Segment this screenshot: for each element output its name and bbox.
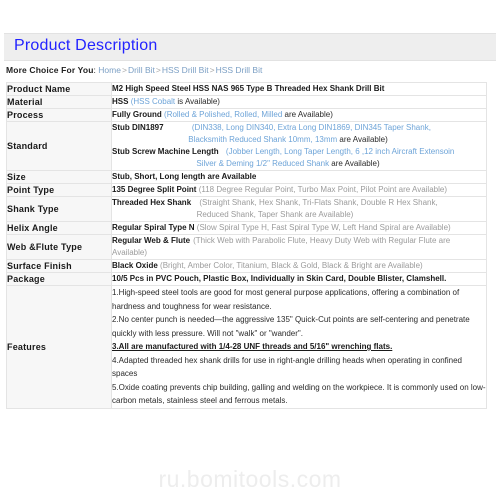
value-options: HSS Cobalt (133, 97, 176, 106)
value-text: 135 Degree Split Point (112, 185, 197, 194)
standard-sub-options-2-line2: Silver & Deming 1/2" Reduced Shank (196, 159, 330, 168)
row-value-size: Stub, Short, Long length are Available (111, 170, 487, 184)
product-description-page: Product Description More Choice For You:… (0, 0, 500, 500)
value-options-line1: (Straight Shank, Hex Shank, Tri-Flats Sh… (199, 198, 438, 207)
row-value-product-name: M2 High Speed Steel HSS NAS 965 Type B T… (111, 82, 487, 96)
row-label-shank-type: Shank Type (6, 196, 112, 222)
breadcrumb: More Choice For You: Home>Drill Bit>HSS … (6, 64, 262, 76)
standard-sub-options-2-line1: (Jobber Length, Long Taper Length, 6 ,12… (225, 147, 455, 156)
value-text: HSS (112, 97, 129, 106)
row-value-material: HSS (HSS Cobalt is Available) (111, 95, 487, 109)
table-row: Features 1.High-speed steel tools are go… (6, 285, 487, 409)
feature-item-5: 5.Oxide coating prevents chip building, … (112, 382, 486, 406)
row-label-helix-angle: Helix Angle (6, 221, 112, 235)
value-text: Black Oxide (112, 261, 158, 270)
site-watermark: ru.bomitools.com (158, 466, 342, 492)
value-options: Rolled & Polished, Rolled, Milled (166, 110, 283, 119)
value-text: M2 High Speed Steel HSS NAS 965 Type B T… (112, 84, 385, 93)
row-label-web-flute-type: Web &Flute Type (6, 234, 112, 260)
breadcrumb-link-home[interactable]: Home (98, 65, 121, 75)
standard-sub-line: Blacksmith Reduced Shank 10mm, 13mm are … (112, 134, 486, 146)
table-row: Process Fully Ground (Rolled & Polished,… (6, 108, 487, 122)
breadcrumb-label: More Choice For You (6, 65, 94, 75)
table-row: Size Stub, Short, Long length are Availa… (6, 170, 487, 184)
value-options: (Bright, Amber Color, Titanium, Black & … (160, 261, 423, 270)
standard-sub-options-1-line2: Blacksmith Reduced Shank 10mm, 13mm (188, 135, 338, 144)
breadcrumb-link-drill-bit[interactable]: Drill Bit (128, 65, 155, 75)
row-value-process: Fully Ground (Rolled & Polished, Rolled,… (111, 108, 487, 122)
table-row: Material HSS (HSS Cobalt is Available) (6, 95, 487, 109)
breadcrumb-separator: > (121, 65, 127, 75)
row-label-features: Features (6, 285, 112, 409)
breadcrumb-separator: > (209, 65, 215, 75)
standard-sub-tail-2: are Available) (331, 159, 380, 168)
row-label-size: Size (6, 170, 112, 184)
feature-item-3: 3.All are manufactured with 1/4-28 UNF t… (112, 342, 393, 351)
breadcrumb-link-hss-drill-bit-2[interactable]: HSS Drill Bit (216, 65, 263, 75)
row-value-package: 10/5 Pcs in PVC Pouch, Plastic Box, Indi… (111, 272, 487, 286)
table-row: Standard Stub DIN1897 (DIN338, Long DIN3… (6, 121, 487, 171)
row-label-material: Material (6, 95, 112, 109)
standard-sub-tail-1: are Available) (339, 135, 388, 144)
row-label-point-type: Point Type (6, 183, 112, 197)
standard-sub-line: Silver & Deming 1/2" Reduced Shank are A… (112, 158, 486, 170)
row-value-web-flute-type: Regular Web & Flute (Thick Web with Parab… (111, 234, 487, 260)
table-row: Product Name M2 High Speed Steel HSS NAS… (6, 82, 487, 96)
breadcrumb-colon: : (93, 65, 96, 75)
feature-item-2: 2.No center punch is needed—the aggressi… (112, 315, 470, 338)
feature-item-1: 1.High-speed steel tools are good for mo… (112, 288, 460, 311)
row-value-helix-angle: Regular Spiral Type N (Slow Spiral Type … (111, 221, 487, 235)
standard-sub-options-1-line1: (DIN338, Long DIN340, Extra Long DIN1869… (191, 123, 431, 132)
row-value-standard: Stub DIN1897 (DIN338, Long DIN340, Extra… (111, 121, 487, 171)
table-row: Point Type 135 Degree Split Point (118 D… (6, 183, 487, 197)
feature-item-4: 4.Adapted threaded hex shank drills for … (112, 355, 463, 379)
row-label-package: Package (6, 272, 112, 286)
value-text: Stub, Short, Long length are Available (112, 172, 257, 181)
standard-sub-line: Stub Screw Machine Length (Jobber Length… (112, 146, 486, 158)
table-row: Shank Type Threaded Hex Shank (Straight … (6, 196, 487, 222)
row-value-shank-type: Threaded Hex Shank (Straight Shank, Hex … (111, 196, 487, 222)
standard-sub-line: Stub DIN1897 (DIN338, Long DIN340, Extra… (112, 122, 486, 134)
value-text: Regular Spiral Type N (112, 223, 195, 232)
value-options-line2: Reduced Shank, Taper Shank are Available… (196, 210, 354, 219)
product-spec-table: Product Name M2 High Speed Steel HSS NAS… (6, 82, 487, 409)
row-label-process: Process (6, 108, 112, 122)
table-row: Package 10/5 Pcs in PVC Pouch, Plastic B… (6, 272, 487, 286)
shank-line-1: Threaded Hex Shank (Straight Shank, Hex … (112, 197, 486, 209)
row-label-product-name: Product Name (6, 82, 112, 96)
value-options-tail: are Available) (284, 110, 333, 119)
page-title: Product Description (14, 37, 158, 54)
value-text: Regular Web & Flute (112, 236, 191, 245)
value-options-tail: is Available) (177, 97, 220, 106)
value-text: Threaded Hex Shank (112, 198, 192, 207)
row-value-point-type: 135 Degree Split Point (118 Degree Regul… (111, 183, 487, 197)
standard-sub-block-2: Stub Screw Machine Length (Jobber Length… (112, 146, 486, 170)
shank-line-2: Reduced Shank, Taper Shank are Available… (112, 209, 486, 221)
breadcrumb-link-hss-drill-bit[interactable]: HSS Drill Bit (162, 65, 209, 75)
standard-sub-head-2: Stub Screw Machine Length (112, 147, 219, 156)
value-options: (Slow Spiral Type H, Fast Spiral Type W,… (196, 223, 451, 232)
section-header-band: Product Description (4, 34, 496, 61)
standard-sub-block-1: Stub DIN1897 (DIN338, Long DIN340, Extra… (112, 122, 486, 146)
row-label-surface-finish: Surface Finish (6, 259, 112, 273)
value-options: (118 Degree Regular Point, Turbo Max Poi… (198, 185, 447, 194)
table-row: Web &Flute Type Regular Web & Flute (Thic… (6, 234, 487, 260)
standard-sub-head-1: Stub DIN1897 (112, 123, 164, 132)
table-row: Helix Angle Regular Spiral Type N (Slow … (6, 221, 487, 235)
table-row: Surface Finish Black Oxide (Bright, Ambe… (6, 259, 487, 273)
breadcrumb-separator: > (155, 65, 161, 75)
value-text: Fully Ground (112, 110, 162, 119)
row-value-surface-finish: Black Oxide (Bright, Amber Color, Titani… (111, 259, 487, 273)
value-text: 10/5 Pcs in PVC Pouch, Plastic Box, Indi… (112, 274, 447, 283)
row-value-features: 1.High-speed steel tools are good for mo… (111, 285, 487, 409)
row-label-standard: Standard (6, 121, 112, 171)
